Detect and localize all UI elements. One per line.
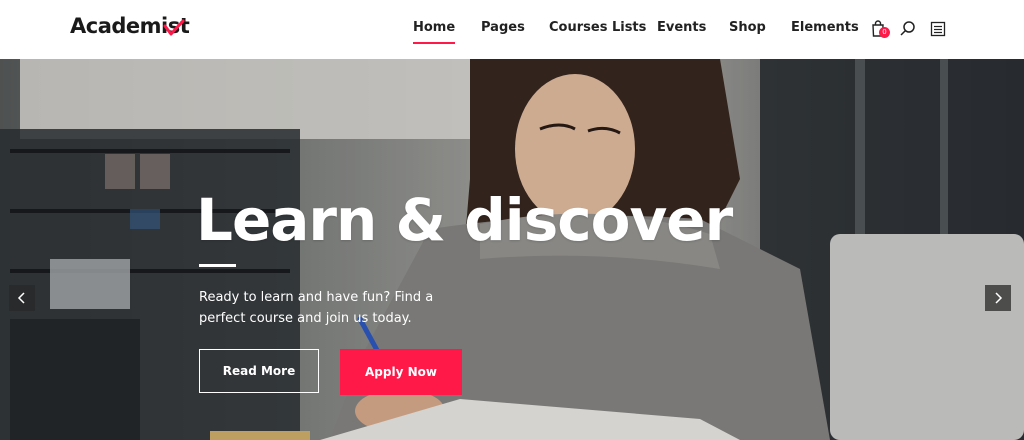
cart-count-badge: 0 (879, 27, 890, 38)
nav-item-shop[interactable]: Shop (729, 20, 766, 35)
chevron-right-icon (995, 292, 1003, 304)
slider-prev-button[interactable] (9, 285, 35, 311)
search-icon[interactable] (898, 19, 918, 39)
nav-item-elements[interactable]: Elements (791, 20, 859, 35)
apply-now-button[interactable]: Apply Now (340, 349, 462, 395)
hero-headline: Learn & discover (196, 186, 733, 254)
nav-item-home[interactable]: Home (413, 20, 456, 44)
chevron-left-icon (17, 292, 25, 304)
read-more-button[interactable]: Read More (199, 349, 319, 393)
logo-checkmark-icon (163, 19, 185, 36)
nav-item-pages[interactable]: Pages (481, 20, 525, 35)
menu-list-icon[interactable] (928, 19, 948, 39)
hero-slider: Learn & discover Ready to learn and have… (0, 59, 1024, 440)
slider-next-button[interactable] (985, 285, 1011, 311)
headline-divider (199, 264, 236, 267)
nav-item-courses-lists[interactable]: Courses Lists (549, 20, 646, 35)
site-header: Academist Home Pages Courses Lists Event… (0, 0, 1024, 59)
nav-item-events[interactable]: Events (657, 20, 706, 35)
hero-subtext: Ready to learn and have fun? Find a perf… (199, 290, 434, 326)
